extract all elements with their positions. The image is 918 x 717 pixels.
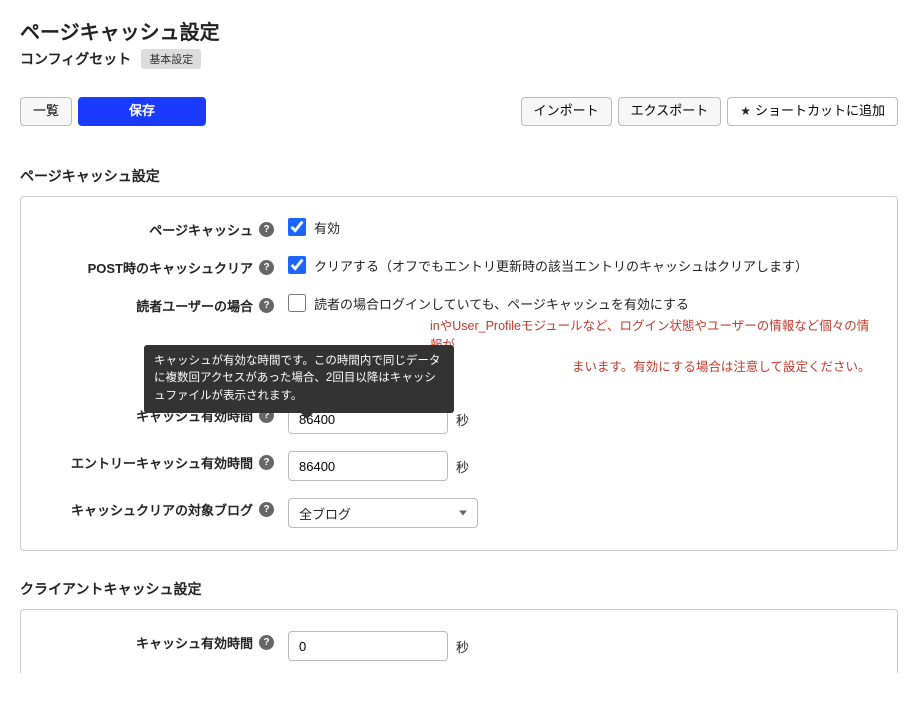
star-icon: ★: [740, 104, 751, 118]
label-post-clear: POST時のキャッシュクリア: [88, 258, 253, 277]
section-title-page-cache: ページキャッシュ設定: [20, 166, 898, 186]
add-shortcut-button[interactable]: ★ ショートカットに追加: [727, 97, 898, 126]
reader-user-note-2: まいます。有効にする場合は注意して設定ください。: [572, 360, 871, 374]
help-icon[interactable]: ?: [259, 222, 274, 237]
unit-cache-ttl: 秒: [456, 410, 469, 429]
unit-entry-cache-ttl: 秒: [456, 457, 469, 476]
label-page-cache: ページキャッシュ: [149, 220, 253, 239]
checkbox-page-cache[interactable]: [288, 218, 306, 236]
chevron-down-icon: [459, 511, 467, 516]
help-icon[interactable]: ?: [259, 298, 274, 313]
unit-client-cache-ttl: 秒: [456, 637, 469, 656]
checkbox-post-clear[interactable]: [288, 256, 306, 274]
list-button[interactable]: 一覧: [20, 97, 72, 126]
checkbox-label-page-cache: 有効: [314, 218, 340, 237]
tooltip-cache-ttl: キャッシュが有効な時間です。この時間内で同じデータに複数回アクセスがあった場合、…: [144, 345, 454, 413]
export-button[interactable]: エクスポート: [618, 97, 722, 126]
input-entry-cache-ttl[interactable]: [288, 451, 448, 481]
import-button[interactable]: インポート: [521, 97, 612, 126]
help-icon[interactable]: ?: [259, 502, 274, 517]
select-clear-target-value: 全ブログ: [299, 504, 351, 523]
add-shortcut-label: ショートカットに追加: [755, 103, 885, 118]
label-clear-target: キャッシュクリアの対象ブログ: [71, 500, 253, 519]
reader-user-note-1: inやUser_Profileモジュールなど、ログイン状態やユーザーの情報など個…: [430, 319, 869, 352]
input-client-cache-ttl[interactable]: [288, 631, 448, 661]
checkbox-label-reader-user: 読者の場合ログインしていても、ページキャッシュを有効にする: [314, 294, 689, 313]
save-button[interactable]: 保存: [78, 97, 206, 126]
section-title-client-cache: クライアントキャッシュ設定: [20, 579, 898, 599]
panel-client-cache: キャッシュ有効時間 ? 秒: [20, 609, 898, 673]
label-entry-cache-ttl: エントリーキャッシュ有効時間: [71, 453, 253, 472]
label-reader-user: 読者ユーザーの場合: [136, 296, 253, 315]
help-icon[interactable]: ?: [259, 635, 274, 650]
help-icon[interactable]: ?: [259, 260, 274, 275]
checkbox-label-post-clear: クリアする（オフでもエントリ更新時の該当エントリのキャッシュはクリアします）: [314, 256, 808, 275]
configset-label: コンフィグセット: [20, 49, 131, 69]
panel-page-cache: ページキャッシュ ? 有効 POST時のキャッシュクリア ? クリアする（オフで…: [20, 196, 898, 551]
checkbox-reader-user[interactable]: [288, 294, 306, 312]
label-client-cache-ttl: キャッシュ有効時間: [136, 633, 253, 652]
help-icon[interactable]: ?: [259, 455, 274, 470]
configset-badge: 基本設定: [141, 49, 201, 69]
page-title: ページキャッシュ設定: [20, 16, 898, 45]
select-clear-target[interactable]: 全ブログ: [288, 498, 478, 528]
